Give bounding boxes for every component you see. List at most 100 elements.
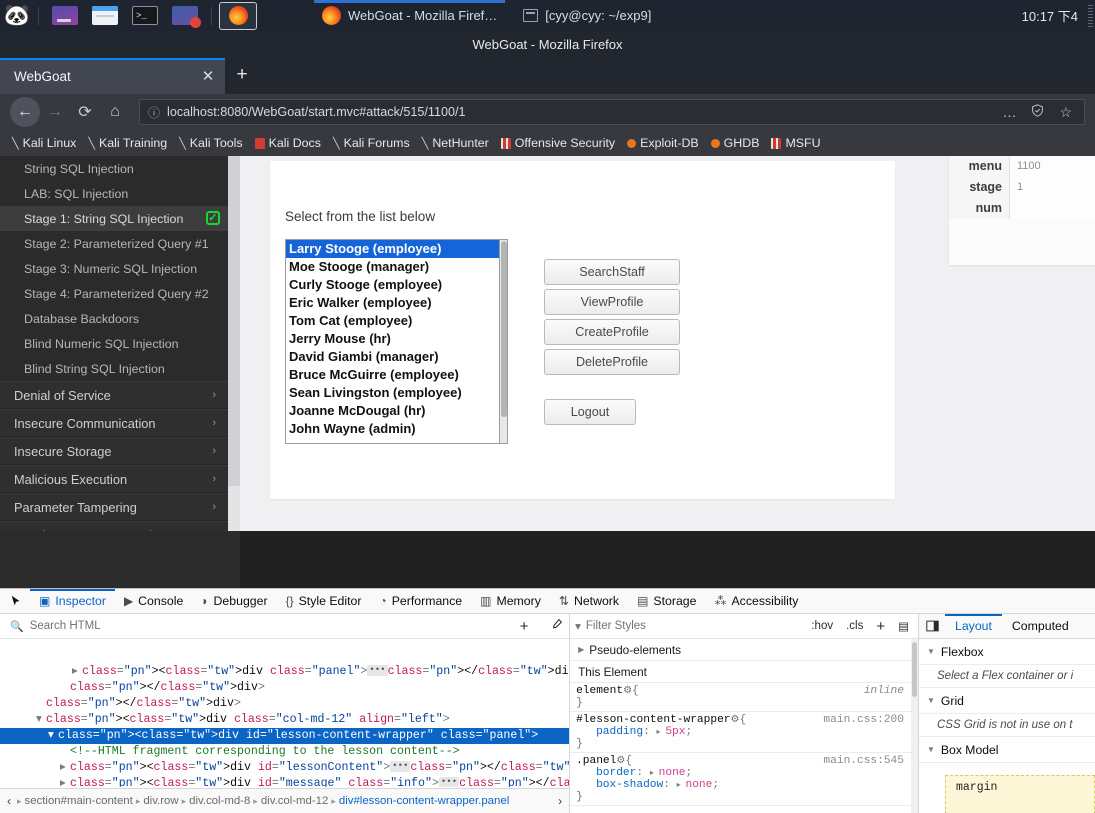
dom-tree-row[interactable]: ▸ class="pn"><class="tw">div class="panel… <box>0 664 569 680</box>
back-arrow-icon[interactable]: ← <box>10 97 40 127</box>
css-source-link[interactable]: inline <box>864 685 904 697</box>
box-model-section-header[interactable]: ▼ Box Model <box>919 737 1095 763</box>
sidebar-scrollbar-thumb[interactable] <box>228 156 240 486</box>
employee-option[interactable]: Sean Livingston (employee) <box>286 384 499 402</box>
sidebar-lesson-5[interactable]: Stage 4: Parameterized Query #2 <box>0 281 228 306</box>
devtools-tab-style-editor[interactable]: {} Style Editor <box>277 589 371 614</box>
eyedropper-icon[interactable] <box>543 618 569 635</box>
breadcrumb-item[interactable]: div.col-md-8 <box>189 795 250 807</box>
dom-tree-row[interactable]: ▸ class="pn"><class="tw">div id="lessonCo… <box>0 760 569 776</box>
sidebar-category-malicious-execution[interactable]: Malicious Execution › <box>0 465 228 493</box>
employee-option[interactable]: John Wayne (admin) <box>286 420 499 438</box>
chevron-right-icon[interactable]: ▸ <box>60 776 70 787</box>
sidebar-lesson-1[interactable]: LAB: SQL Injection <box>0 181 228 206</box>
new-tab-button[interactable]: + <box>231 65 253 87</box>
viewprofile-button[interactable]: ViewProfile <box>544 289 680 315</box>
gear-icon[interactable]: ⚙ <box>616 755 625 767</box>
searchstaff-button[interactable]: SearchStaff <box>544 259 680 285</box>
sidebar-category-insecure-communication[interactable]: Insecure Communication › <box>0 409 228 437</box>
taskbar-terminal2-app-icon[interactable] <box>167 3 203 29</box>
webgoat-lesson-sidebar[interactable]: String SQL Injection LAB: SQL Injection St… <box>0 156 228 588</box>
employee-select-list[interactable]: Larry Stooge (employee) Moe Stooge (manag… <box>285 239 500 444</box>
breadcrumb-prev-icon[interactable]: ‹ <box>4 794 14 808</box>
pseudo-elements-section[interactable]: ▶ Pseudo-elements <box>570 639 918 661</box>
chevron-right-icon[interactable]: ▸ <box>650 769 659 778</box>
employee-option[interactable]: Eric Walker (employee) <box>286 294 499 312</box>
bookmark-kali-tools[interactable]: ╲ Kali Tools <box>174 134 247 152</box>
bookmark-msfu[interactable]: MSFU <box>766 134 825 152</box>
css-source-link[interactable]: main.css:545 <box>823 755 904 767</box>
css-source-link[interactable]: main.css:200 <box>823 714 904 726</box>
employee-option[interactable]: Jerry Mouse (hr) <box>286 330 499 348</box>
chevron-down-icon[interactable]: ▾ <box>36 712 46 728</box>
dom-tree-row[interactable]: class="pn"></class="tw">div> <box>0 696 569 712</box>
shield-icon[interactable] <box>1027 104 1048 120</box>
devtools-tab-network[interactable]: ⇅ Network <box>550 589 628 614</box>
deleteprofile-button[interactable]: DeleteProfile <box>544 349 680 375</box>
add-rule-button[interactable]: + <box>872 618 889 635</box>
employee-option[interactable]: Bruce McGuirre (employee) <box>286 366 499 384</box>
bookmark-kali-linux[interactable]: ╲ Kali Linux <box>7 134 81 152</box>
devtools-tab-debugger[interactable]: ◗ Debugger <box>192 589 276 614</box>
breadcrumb-item[interactable]: div#lesson-content-wrapper.panel <box>339 795 509 807</box>
browser-tab-webgoat[interactable]: WebGoat ✕ <box>0 58 225 94</box>
employee-option[interactable]: Joanne McDougal (hr) <box>286 402 499 420</box>
devtools-tab-accessibility[interactable]: ⁂ Accessibility <box>705 589 807 614</box>
taskbar-grip[interactable] <box>1088 4 1093 27</box>
site-info-icon[interactable]: ⓘ <box>148 104 160 121</box>
taskbar-clock[interactable]: 10:17 下4 <box>1022 6 1078 25</box>
bookmark-ghdb[interactable]: GHDB <box>706 134 765 152</box>
employee-option[interactable]: Tom Cat (employee) <box>286 312 499 330</box>
element-picker-icon[interactable] <box>2 589 30 614</box>
forward-arrow-icon[interactable]: → <box>40 97 70 127</box>
box-model-diagram[interactable]: margin <box>945 775 1095 813</box>
devtools-tab-memory[interactable]: ▥ Memory <box>471 589 550 614</box>
devtools-tab-storage[interactable]: ▤ Storage <box>628 589 705 614</box>
taskbar-files-app-icon[interactable] <box>47 3 83 29</box>
employee-option[interactable]: Moe Stooge (manager) <box>286 258 499 276</box>
grid-section-header[interactable]: ▼ Grid <box>919 688 1095 714</box>
logout-button[interactable]: Logout <box>544 399 636 425</box>
url-bar[interactable]: ⓘ localhost:8080/WebGoat/start.mvc#attac… <box>139 99 1085 125</box>
taskbar-folder-app-icon[interactable] <box>87 3 123 29</box>
sidebar-lesson-4[interactable]: Stage 3: Numeric SQL Injection <box>0 256 228 281</box>
taskbar-window-terminal[interactable]: [cyy@cyy: ~/exp9] <box>523 8 651 23</box>
createprofile-button[interactable]: CreateProfile <box>544 319 680 345</box>
dom-tree-row[interactable]: class="pn"></class="tw">div> <box>0 680 569 696</box>
chevron-right-icon[interactable]: ▸ <box>60 760 70 776</box>
sidebar-lesson-3[interactable]: Stage 2: Parameterized Query #1 <box>0 231 228 256</box>
flexbox-section-header[interactable]: ▼ Flexbox <box>919 639 1095 665</box>
bookmark-exploit-db[interactable]: Exploit-DB <box>622 134 704 152</box>
sidebar-lesson-6[interactable]: Database Backdoors <box>0 306 228 331</box>
sidebar-lesson-7[interactable]: Blind Numeric SQL Injection <box>0 331 228 356</box>
dom-tree-row[interactable]: ▾ class="pn"><class="tw">div class="col-m… <box>0 712 569 728</box>
employee-option[interactable]: David Giambi (manager) <box>286 348 499 366</box>
employee-option[interactable]: Curly Stooge (employee) <box>286 276 499 294</box>
sidebar-lesson-0[interactable]: String SQL Injection <box>0 156 228 181</box>
dom-tree-row[interactable]: <!--HTML fragment corresponding to the l… <box>0 744 569 760</box>
taskbar-terminal-app-icon[interactable]: >_ <box>127 3 163 29</box>
devtools-tab-inspector[interactable]: ▣ Inspector <box>30 588 115 614</box>
chevron-right-icon[interactable]: ▸ <box>72 664 82 680</box>
filter-styles-input[interactable]: ▾ Filter Styles <box>575 619 802 633</box>
bookmark-kali-docs[interactable]: Kali Docs <box>250 134 326 152</box>
tab-computed[interactable]: Computed <box>1002 614 1079 639</box>
bookmark-offensive-security[interactable]: Offensive Security <box>496 134 620 152</box>
css-selector[interactable]: element <box>576 685 623 697</box>
print-styles-icon[interactable]: ▤ <box>894 619 913 633</box>
expand-pane-icon[interactable] <box>919 620 945 632</box>
taskbar-window-firefox[interactable]: WebGoat - Mozilla Firef… <box>314 0 506 31</box>
employee-list-scrollbar-thumb[interactable] <box>501 241 507 417</box>
breadcrumb-next-icon[interactable]: › <box>555 794 565 808</box>
gear-icon[interactable]: ⚙ <box>623 685 632 697</box>
taskbar-firefox-app-icon[interactable] <box>219 1 257 30</box>
devtools-tab-performance[interactable]: ◔ Performance <box>370 589 471 614</box>
add-node-button[interactable]: + <box>511 618 537 635</box>
bookmark-kali-forums[interactable]: ╲ Kali Forums <box>328 134 415 152</box>
css-declaration[interactable]: box-shadow: ▸ none; <box>576 779 918 791</box>
breadcrumb-item[interactable]: section#main-content <box>25 795 133 807</box>
kali-menu-icon[interactable]: 🐼 <box>2 1 32 31</box>
employee-option[interactable]: Larry Stooge (employee) <box>286 240 499 258</box>
hov-toggle[interactable]: :hov <box>807 620 837 632</box>
styles-scrollbar-thumb[interactable] <box>912 642 917 697</box>
